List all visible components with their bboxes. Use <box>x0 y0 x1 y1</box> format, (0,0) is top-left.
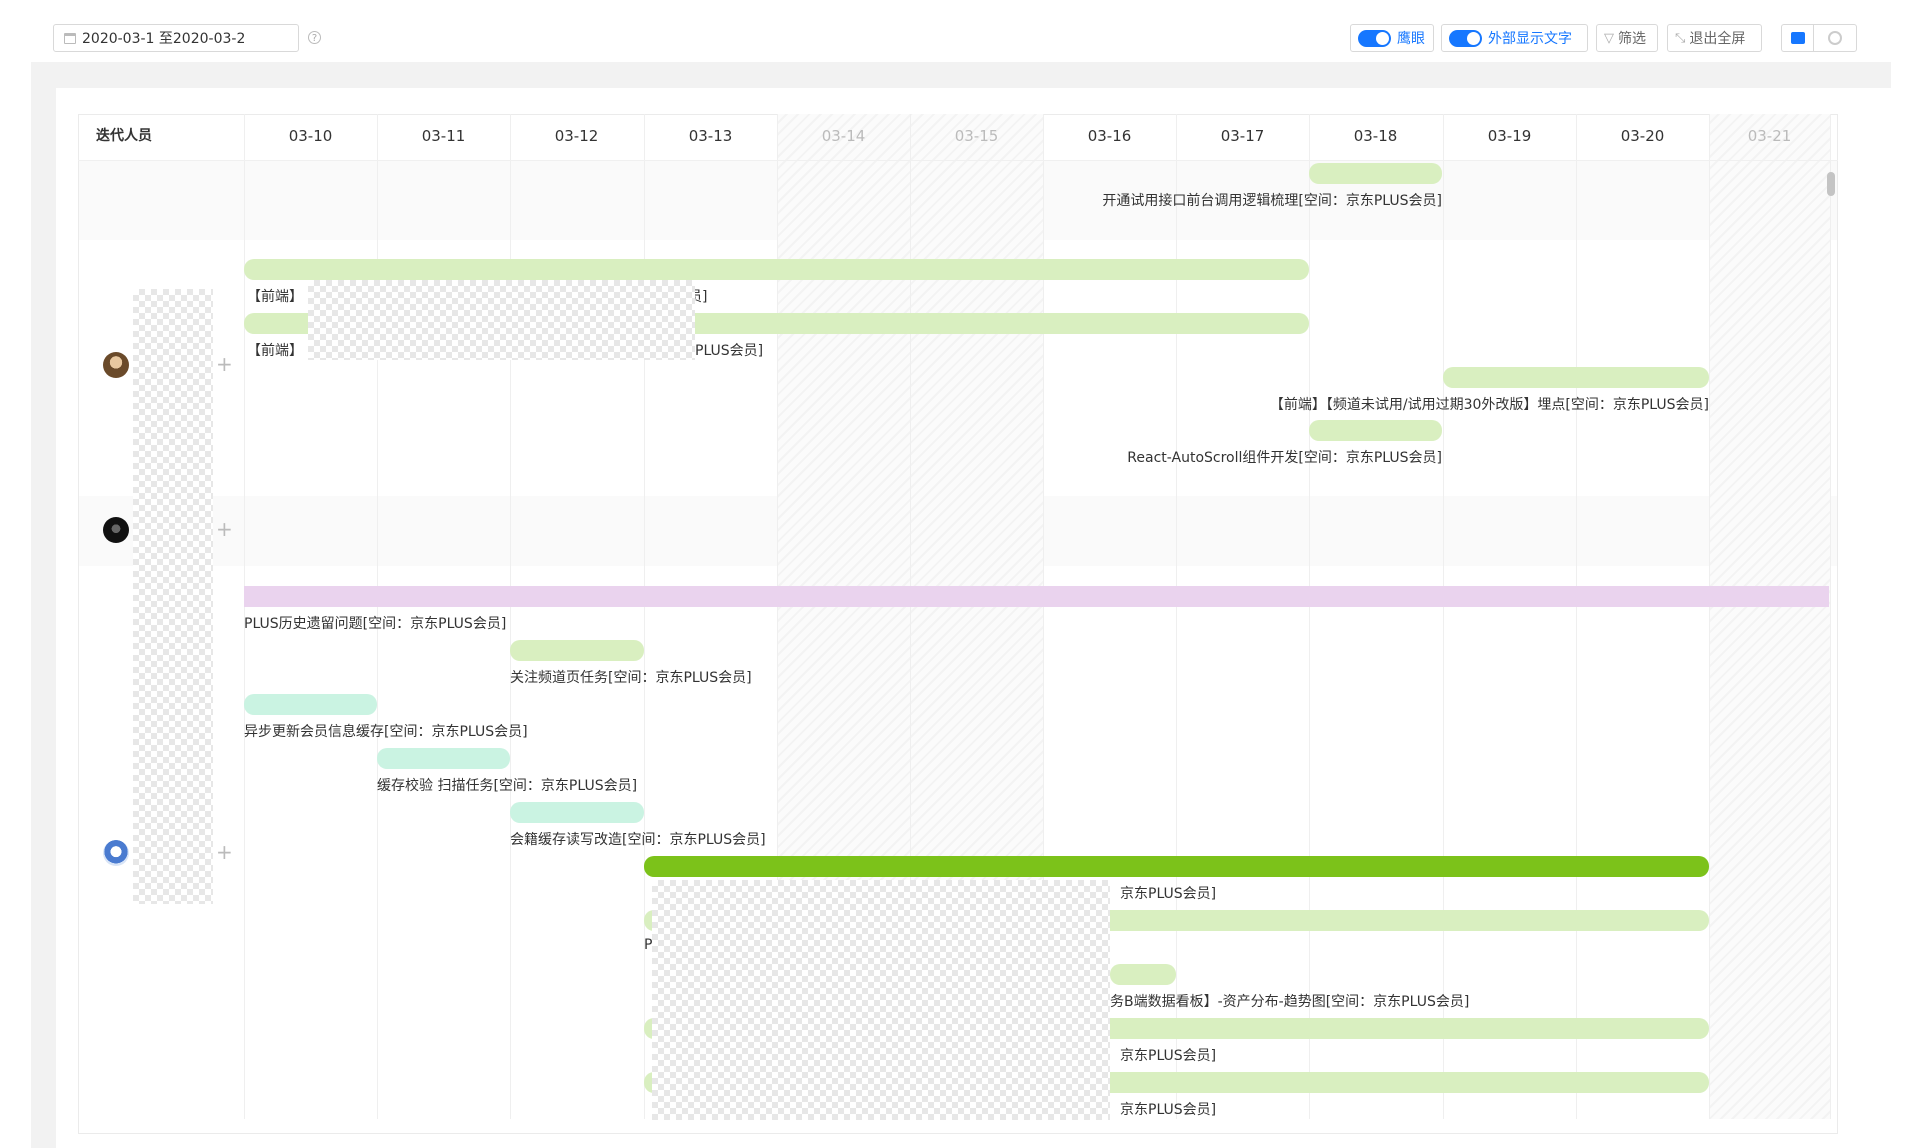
date-column-header: 03-12 <box>554 127 599 145</box>
grid-line <box>1443 114 1444 1119</box>
task-label: PLUS会员] <box>695 343 764 359</box>
avatar[interactable] <box>103 840 129 866</box>
task-bar[interactable] <box>244 586 1829 607</box>
date-column-header: 03-20 <box>1620 127 1665 145</box>
task-label: React-AutoScroll组件开发[空间：京东PLUS会员] <box>1127 450 1442 466</box>
add-task-icon[interactable]: + <box>216 354 233 374</box>
outer-text-label: 外部显示文字 <box>1488 31 1572 47</box>
task-label: 京东PLUS会员] <box>1120 1048 1217 1064</box>
grid-line <box>1830 114 1831 1119</box>
grid-line <box>1309 114 1310 1119</box>
calendar-view-button[interactable] <box>1781 24 1813 52</box>
task-label: 【前端】 <box>247 289 303 305</box>
date-column-header: 03-16 <box>1087 127 1132 145</box>
task-label: PLUS历史遗留问题[空间：京东PLUS会员] <box>244 616 507 632</box>
date-column-header: 03-15 <box>954 127 999 145</box>
exit-fullscreen-button[interactable]: ⤡ 退出全屏 <box>1667 24 1762 52</box>
exit-fullscreen-label: 退出全屏 <box>1689 31 1746 47</box>
date-column-header: 03-18 <box>1353 127 1398 145</box>
vertical-scrollbar[interactable] <box>1827 172 1835 196</box>
grid-line <box>1576 114 1577 1119</box>
task-label: 京东PLUS会员] <box>1120 886 1217 902</box>
grid-line <box>1709 114 1710 1119</box>
filter-icon: ▽ <box>1604 30 1614 46</box>
clock-icon <box>1828 31 1842 45</box>
task-label: 【前端】 <box>247 343 303 359</box>
task-bar[interactable] <box>244 694 377 715</box>
add-task-icon[interactable]: + <box>216 519 233 539</box>
filter-button[interactable]: ▽ 筛选 <box>1596 24 1658 52</box>
task-label: 京东PLUS会员] <box>1120 1102 1217 1118</box>
avatar[interactable] <box>103 352 129 378</box>
calendar-icon <box>1790 32 1805 44</box>
task-label: 缓存校验 扫描任务[空间：京东PLUS会员] <box>377 778 638 794</box>
eagle-eye-label: 鹰眼 <box>1397 31 1425 47</box>
date-column-header: 03-21 <box>1747 127 1792 145</box>
calendar-icon <box>64 32 76 44</box>
date-column-header: 03-19 <box>1487 127 1532 145</box>
filter-label: 筛选 <box>1618 31 1646 47</box>
toggle-switch-icon <box>1358 29 1391 47</box>
date-column-header: 03-10 <box>288 127 333 145</box>
date-column-header: 03-14 <box>821 127 866 145</box>
date-range-picker[interactable]: 2020-03-1 至2020-03-2 <box>53 24 299 52</box>
task-bar[interactable] <box>510 802 644 823</box>
task-label: 务B端数据看板】-资产分布-趋势图[空间：京东PLUS会员] <box>1110 994 1470 1010</box>
date-column-header: 03-17 <box>1220 127 1265 145</box>
add-task-icon[interactable]: + <box>216 842 233 862</box>
task-label: 异步更新会员信息缓存[空间：京东PLUS会员] <box>244 724 528 740</box>
date-column-header: 03-11 <box>421 127 466 145</box>
task-bar[interactable] <box>1443 367 1709 388</box>
task-label: 【前端】【频道未试用/试用过期30外改版】埋点[空间：京东PLUS会员] <box>1269 397 1709 413</box>
date-column-header: 03-13 <box>688 127 733 145</box>
eagle-eye-toggle[interactable]: 鹰眼 <box>1350 24 1434 52</box>
help-icon[interactable]: ? <box>308 31 321 44</box>
task-label: 会籍缓存读写改造[空间：京东PLUS会员] <box>510 832 766 848</box>
redacted-names <box>133 289 213 904</box>
avatar[interactable] <box>103 517 129 543</box>
task-label: 关注频道页任务[空间：京东PLUS会员] <box>510 670 752 686</box>
task-label: 开通试用接口前台调用逻辑梳理[空间：京东PLUS会员] <box>1102 193 1442 209</box>
task-bar[interactable] <box>510 640 644 661</box>
task-bar[interactable] <box>1110 964 1176 985</box>
task-bar[interactable] <box>1309 163 1442 184</box>
outer-text-toggle[interactable]: 外部显示文字 <box>1441 24 1588 52</box>
toggle-switch-icon <box>1449 29 1482 47</box>
redacted-task-text <box>308 280 695 360</box>
exit-fullscreen-icon: ⤡ <box>1675 30 1686 46</box>
task-bar[interactable] <box>377 748 510 769</box>
weekend-column <box>1709 114 1830 1119</box>
date-range-text: 2020-03-1 至2020-03-2 <box>82 31 246 47</box>
time-view-button[interactable] <box>1813 24 1857 52</box>
task-bar[interactable] <box>244 259 1309 280</box>
task-bar-selected[interactable] <box>644 856 1709 877</box>
header-divider <box>78 160 1838 161</box>
redacted-task-text <box>652 880 1110 1120</box>
task-bar[interactable] <box>1309 420 1442 441</box>
person-column-header: 迭代人员 <box>96 128 152 144</box>
